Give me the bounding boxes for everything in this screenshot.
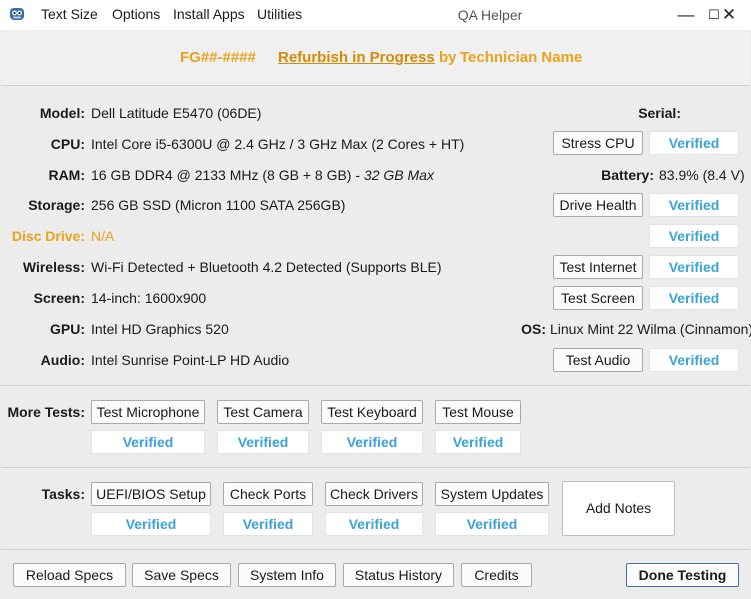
os-value: Linux Mint 22 Wilma (Cinnamon): [550, 321, 751, 337]
test-mouse-button[interactable]: Test Mouse: [435, 400, 521, 424]
technician-name: Technician Name: [460, 49, 583, 66]
updates-status-badge: Verified: [435, 512, 549, 536]
cpu-status-badge: Verified: [649, 131, 739, 155]
cpu-label: CPU:: [50, 136, 85, 152]
audio-value: Intel Sunrise Point-LP HD Audio: [91, 352, 290, 368]
model-label: Model:: [39, 105, 85, 121]
wireless-value: Wi-Fi Detected + Bluetooth 4.2 Detected …: [91, 259, 442, 275]
ram-value: 16 GB DDR4 @ 2133 MHz (8 GB + 8 GB) - 32…: [91, 167, 434, 183]
storage-label: Storage:: [28, 197, 85, 213]
minimize-icon[interactable]: —: [674, 4, 698, 26]
microphone-status-badge: Verified: [91, 430, 205, 454]
ports-status-badge: Verified: [223, 512, 313, 536]
divider: [1, 467, 750, 468]
test-keyboard-button[interactable]: Test Keyboard: [321, 400, 423, 424]
ram-label: RAM:: [48, 167, 85, 183]
system-updates-button[interactable]: System Updates: [435, 482, 549, 506]
more-tests-label: More Tests:: [7, 404, 85, 420]
wireless-status-badge: Verified: [649, 255, 739, 279]
drive-health-button[interactable]: Drive Health: [553, 193, 643, 217]
asset-id: FG##-####: [180, 49, 256, 66]
disc-drive-label: Disc Drive:: [11, 228, 85, 244]
window-title: QA Helper: [457, 7, 523, 23]
system-info-button[interactable]: System Info: [238, 563, 336, 587]
test-microphone-button[interactable]: Test Microphone: [91, 400, 205, 424]
save-specs-button[interactable]: Save Specs: [132, 563, 231, 587]
storage-status-badge: Verified: [649, 193, 739, 217]
wireless-label: Wireless:: [22, 259, 85, 275]
os-label: OS:: [521, 321, 546, 337]
storage-value: 256 GB SSD (Micron 1100 SATA 256GB): [91, 197, 346, 213]
credits-button[interactable]: Credits: [461, 563, 532, 587]
ram-max: 32 GB Max: [363, 167, 434, 183]
test-internet-button[interactable]: Test Internet: [553, 255, 643, 279]
tasks-label: Tasks:: [41, 486, 85, 502]
keyboard-status-badge: Verified: [321, 430, 423, 454]
check-ports-button[interactable]: Check Ports: [223, 482, 313, 506]
screen-value: 14-inch: 1600x900: [91, 290, 207, 306]
cpu-value: Intel Core i5-6300U @ 2.4 GHz / 3 GHz Ma…: [91, 136, 465, 152]
status-header: FG##-#### Refurbish in Progress by Techn…: [1, 31, 750, 86]
divider: [1, 549, 750, 550]
by-text: by: [439, 49, 457, 66]
uefi-bios-setup-button[interactable]: UEFI/BIOS Setup: [91, 482, 211, 506]
stress-cpu-button[interactable]: Stress CPU: [553, 131, 643, 155]
divider: [1, 385, 750, 386]
gpu-label: GPU:: [50, 321, 85, 337]
add-notes-button[interactable]: Add Notes: [562, 481, 675, 536]
serial-label: Serial:: [638, 105, 681, 121]
audio-label: Audio:: [40, 352, 85, 368]
model-value: Dell Latitude E5470 (06DE): [91, 105, 262, 121]
drivers-status-badge: Verified: [325, 512, 423, 536]
disc-status-badge: Verified: [649, 224, 739, 248]
reload-specs-button[interactable]: Reload Specs: [13, 563, 126, 587]
title-bar: Text Size Options Install Apps Utilities…: [0, 0, 751, 30]
mouse-status-badge: Verified: [435, 430, 521, 454]
refurbish-status-link[interactable]: Refurbish in Progress: [278, 49, 435, 66]
battery-value: 83.9% (8.4 V): [659, 167, 745, 183]
close-icon[interactable]: ✕: [717, 4, 741, 26]
camera-status-badge: Verified: [217, 430, 309, 454]
check-drivers-button[interactable]: Check Drivers: [325, 482, 423, 506]
status-history-button[interactable]: Status History: [343, 563, 454, 587]
screen-status-badge: Verified: [649, 286, 739, 310]
audio-status-badge: Verified: [649, 348, 739, 372]
uefi-status-badge: Verified: [91, 512, 211, 536]
done-testing-button[interactable]: Done Testing: [626, 563, 739, 587]
test-screen-button[interactable]: Test Screen: [553, 286, 643, 310]
screen-label: Screen:: [33, 290, 85, 306]
gpu-value: Intel HD Graphics 520: [91, 321, 229, 337]
test-camera-button[interactable]: Test Camera: [217, 400, 309, 424]
test-audio-button[interactable]: Test Audio: [553, 348, 643, 372]
disc-drive-value: N/A: [91, 228, 115, 244]
battery-label: Battery:: [601, 167, 654, 183]
